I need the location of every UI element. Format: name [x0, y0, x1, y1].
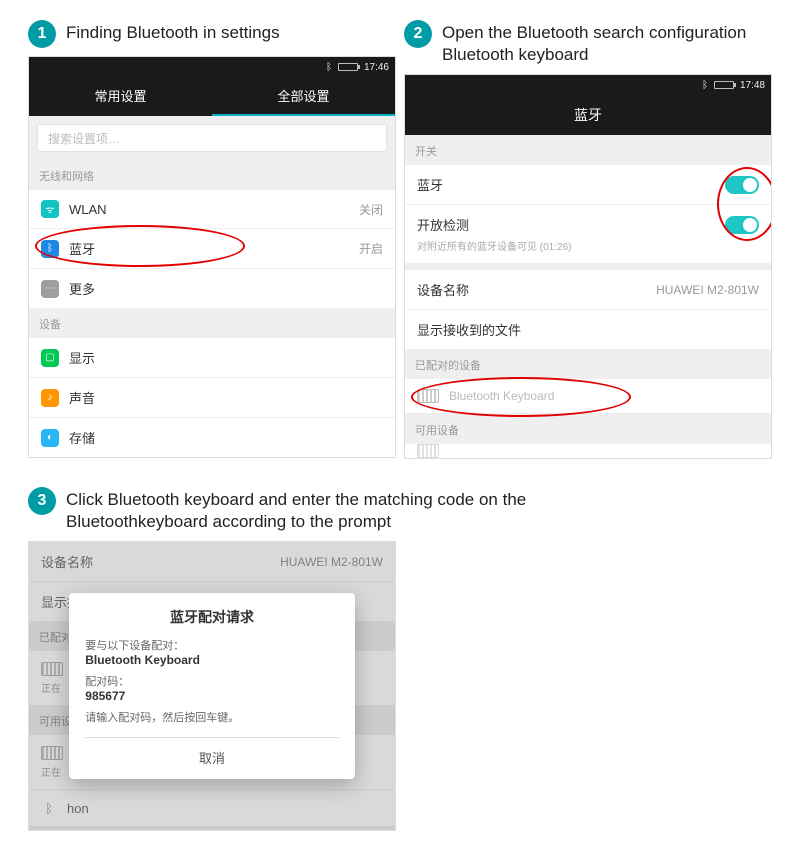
visibility-sub: 对附近所有的蓝牙设备可见 (01:26)	[417, 238, 571, 253]
section-switch: 开关	[405, 135, 771, 165]
row-bluetooth[interactable]: ᛒ 蓝牙 开启	[29, 229, 395, 269]
row-wlan-value: 关闭	[359, 201, 383, 218]
modal-overlay: 蓝牙配对请求 要与以下设备配对： Bluetooth Keyboard 配对码：…	[29, 542, 395, 830]
row-wlan[interactable]: ᯤ WLAN 关闭	[29, 190, 395, 229]
bluetooth-icon: ᛒ	[41, 240, 59, 258]
dialog-hint: 请输入配对码，然后按回车键。	[85, 709, 338, 725]
row-storage-label: 存储	[69, 428, 383, 447]
paired-name: Bluetooth Keyboard	[449, 389, 554, 403]
row-storage[interactable]: ◐ 存储	[29, 418, 395, 457]
row-sound[interactable]: ♪ 声音	[29, 378, 395, 418]
row-more-label: 更多	[69, 279, 383, 298]
step2-header: 2 Open the Bluetooth search configuratio…	[404, 20, 772, 66]
row-available-cut	[405, 444, 771, 458]
pair-dialog: 蓝牙配对请求 要与以下设备配对： Bluetooth Keyboard 配对码：…	[69, 593, 354, 779]
dialog-title: 蓝牙配对请求	[85, 607, 338, 627]
visibility-label: 开放检测	[417, 215, 725, 234]
screenshot-bluetooth: ᛒ 17:48 蓝牙 开关 蓝牙 开放检测	[404, 74, 772, 459]
tab-all[interactable]: 全部设置	[212, 77, 395, 116]
row-bt-label: 蓝牙	[69, 239, 349, 258]
row-wlan-label: WLAN	[69, 202, 349, 217]
step3-header: 3 Click Bluetooth keyboard and enter the…	[28, 487, 772, 533]
battery-icon	[714, 81, 734, 89]
status-bar: ᛒ 17:48	[405, 75, 771, 95]
visibility-toggle[interactable]	[725, 216, 759, 234]
step1-header: 1 Finding Bluetooth in settings	[28, 20, 396, 48]
dialog-code-label: 配对码：	[85, 673, 338, 689]
row-device-name[interactable]: 设备名称 HUAWEI M2-801W	[405, 270, 771, 310]
cancel-button[interactable]: 取消	[85, 737, 338, 769]
bluetooth-status-icon: ᛒ	[702, 80, 708, 91]
status-time: 17:46	[364, 62, 389, 73]
settings-tabs: 常用设置 全部设置	[29, 77, 395, 116]
device-name-label: 设备名称	[417, 280, 646, 299]
storage-icon: ◐	[41, 429, 59, 447]
row-display[interactable]: ▢ 显示	[29, 338, 395, 378]
section-device: 设备	[29, 308, 395, 338]
screenshot-settings: ᛒ 17:46 常用设置 全部设置 搜索设置项… 无线和网络 ᯤ WLAN 关	[28, 56, 396, 458]
status-time: 17:48	[740, 80, 765, 91]
bluetooth-status-icon: ᛒ	[326, 62, 332, 73]
keyboard-icon	[417, 389, 439, 403]
bt-toggle[interactable]	[725, 176, 759, 194]
keyboard-icon	[417, 444, 439, 458]
status-bar: ᛒ 17:46	[29, 57, 395, 77]
more-icon: ⋯	[41, 280, 59, 298]
tab-common[interactable]: 常用设置	[29, 77, 212, 116]
row-paired-keyboard[interactable]: Bluetooth Keyboard	[405, 379, 771, 414]
row-visibility[interactable]: 开放检测 对附近所有的蓝牙设备可见 (01:26)	[405, 205, 771, 264]
received-label: 显示接收到的文件	[417, 320, 759, 339]
bt-toggle-label: 蓝牙	[417, 175, 715, 194]
dialog-code-value: 985677	[85, 689, 338, 703]
dialog-device-label: 要与以下设备配对：	[85, 637, 338, 653]
row-sound-label: 声音	[69, 388, 383, 407]
step-badge-1: 1	[28, 20, 56, 48]
search-input[interactable]: 搜索设置项…	[37, 124, 387, 152]
section-paired: 已配对的设备	[405, 349, 771, 379]
display-icon: ▢	[41, 349, 59, 367]
step-badge-3: 3	[28, 487, 56, 515]
page-title: 蓝牙	[405, 95, 771, 135]
row-display-label: 显示	[69, 348, 383, 367]
step-badge-2: 2	[404, 20, 432, 48]
step3-title: Click Bluetooth keyboard and enter the m…	[66, 487, 526, 533]
section-available: 可用设备	[405, 414, 771, 444]
row-bt-value: 开启	[359, 240, 383, 257]
device-name-value: HUAWEI M2-801W	[656, 283, 759, 297]
screenshot-pair-dialog: 设备名称 HUAWEI M2-801W 显示接收到的文件 已配对的设备 Blue…	[28, 541, 396, 831]
wifi-icon: ᯤ	[41, 200, 59, 218]
battery-icon	[338, 63, 358, 71]
step1-title: Finding Bluetooth in settings	[66, 20, 280, 44]
section-wireless: 无线和网络	[29, 160, 395, 190]
step2-title: Open the Bluetooth search configuration …	[442, 20, 746, 66]
sound-icon: ♪	[41, 389, 59, 407]
row-received-files[interactable]: 显示接收到的文件	[405, 310, 771, 349]
dialog-device-name: Bluetooth Keyboard	[85, 653, 338, 667]
row-more[interactable]: ⋯ 更多	[29, 269, 395, 308]
row-bt-toggle[interactable]: 蓝牙	[405, 165, 771, 205]
